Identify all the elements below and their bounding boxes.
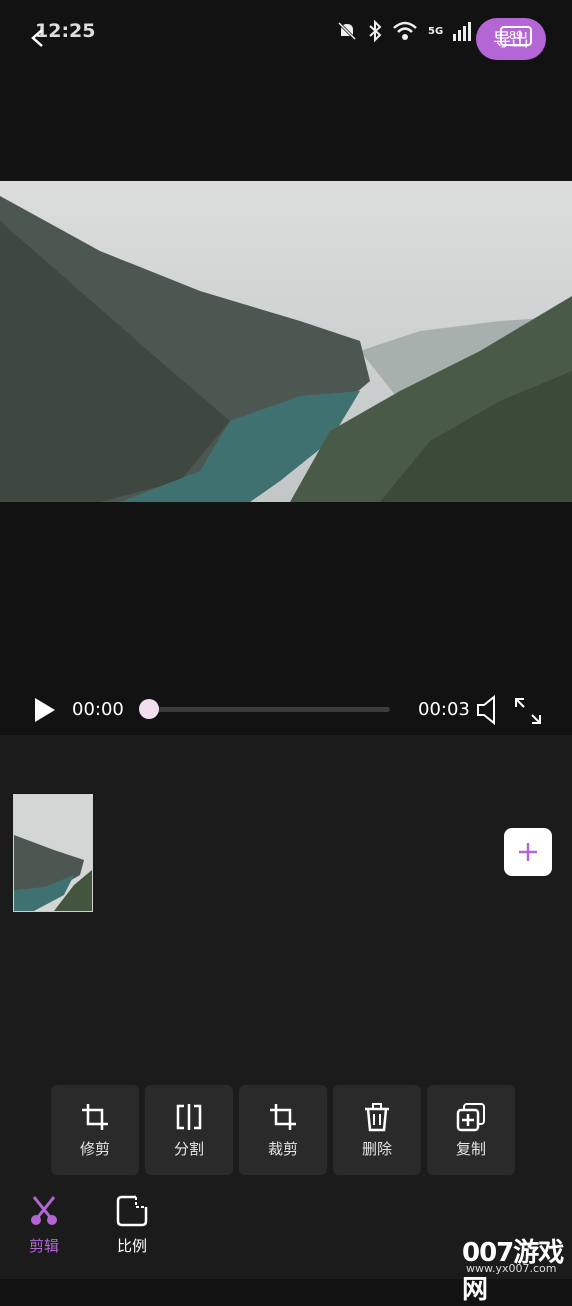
- status-icons: 5G 5G: [336, 20, 496, 42]
- tool-bar: 修剪 分割 裁剪 删除 复制: [51, 1085, 515, 1175]
- crop-icon: [270, 1103, 296, 1130]
- nav-item-edit[interactable]: 剪辑: [14, 1195, 74, 1256]
- split-button[interactable]: 分割: [145, 1085, 233, 1175]
- duplicate-icon: [456, 1102, 485, 1131]
- split-icon: [176, 1103, 202, 1130]
- tool-label: 裁剪: [267, 1139, 298, 1158]
- timeline-clip-thumbnail[interactable]: [13, 794, 93, 912]
- seek-bar[interactable]: [148, 707, 390, 712]
- tool-label: 删除: [361, 1139, 392, 1158]
- tool-label: 复制: [455, 1139, 486, 1158]
- bluetooth-icon: [369, 20, 382, 42]
- mute-bell-icon: [337, 21, 357, 41]
- add-clip-button[interactable]: [504, 828, 552, 876]
- back-arrow-icon[interactable]: [28, 28, 48, 48]
- watermark-url: www.yx007.com: [466, 1262, 557, 1275]
- nav-item-ratio[interactable]: 比例: [102, 1195, 162, 1256]
- volume-icon[interactable]: [475, 694, 501, 726]
- trim-icon: [82, 1103, 108, 1130]
- delete-button[interactable]: 删除: [333, 1085, 421, 1175]
- play-icon[interactable]: [32, 696, 58, 724]
- clip-thumbnail-image: [14, 795, 92, 911]
- tool-label: 分割: [173, 1139, 204, 1158]
- total-time: 00:03: [418, 699, 470, 720]
- wifi-icon: [393, 21, 417, 40]
- ratio-icon: [116, 1195, 148, 1227]
- duplicate-button[interactable]: 复制: [427, 1085, 515, 1175]
- battery-indicator: 89: [500, 26, 532, 46]
- signal-icon: [453, 22, 472, 41]
- seek-knob[interactable]: [139, 699, 159, 719]
- fullscreen-icon[interactable]: [513, 696, 543, 726]
- video-preview[interactable]: [0, 181, 572, 502]
- trim-button[interactable]: 修剪: [51, 1085, 139, 1175]
- nav-label: 比例: [116, 1237, 147, 1255]
- plus-icon: [519, 843, 537, 861]
- delete-icon: [365, 1102, 389, 1131]
- landscape-frame-image: [0, 181, 572, 502]
- network-5g-label: 5G: [428, 25, 444, 37]
- nav-label: 剪辑: [28, 1237, 59, 1255]
- tool-label: 修剪: [79, 1139, 110, 1158]
- crop-button[interactable]: 裁剪: [239, 1085, 327, 1175]
- scissors-icon: [31, 1196, 57, 1225]
- current-time: 00:00: [72, 699, 124, 720]
